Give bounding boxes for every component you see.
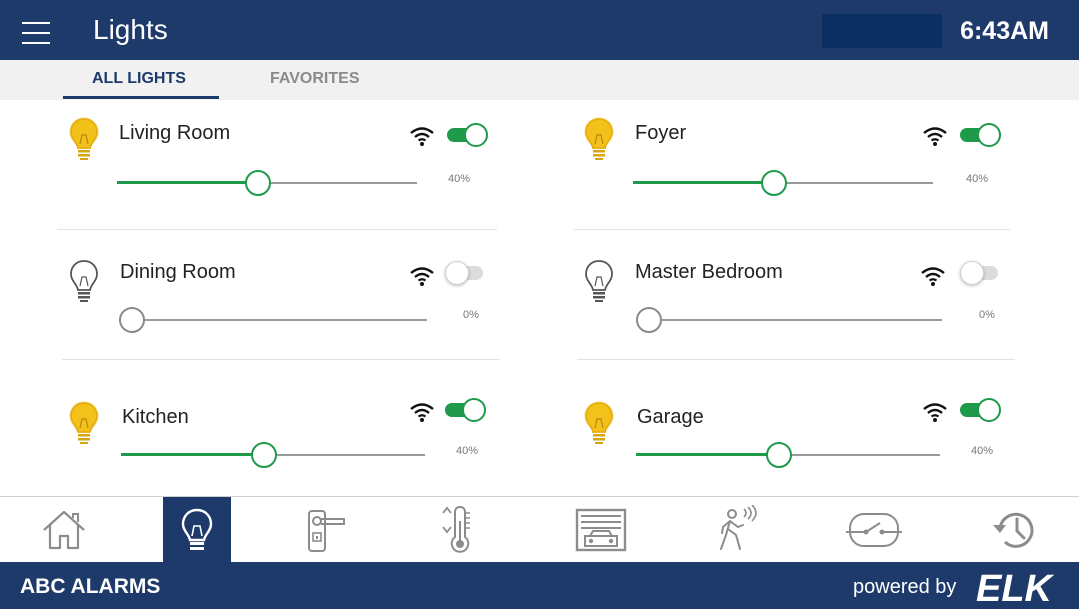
wifi-signal-icon [409,265,435,287]
switch-icon [846,513,902,547]
door-lock-icon [308,510,345,552]
brightness-slider[interactable] [119,307,427,333]
nav-locks[interactable] [293,497,361,563]
power-toggle[interactable] [447,123,489,147]
thermostat-icon [442,505,470,553]
active-tab-indicator [63,96,219,99]
brightness-percent: 0% [463,309,479,321]
room-name: Master Bedroom [635,261,783,283]
nav-history[interactable] [980,497,1048,563]
lightbulb-icon [67,259,101,305]
brightness-percent: 40% [448,173,471,185]
brand-name: ABC ALARMS [20,575,161,598]
nav-lights[interactable] [163,497,231,563]
app-root: Lights 6:43AM ALL LIGHTS FAVORITES Livin… [0,0,1079,609]
light-card-master-bedroom: Master Bedroom 0% [582,259,1022,379]
page-title: Lights [93,14,168,45]
brightness-slider[interactable] [636,307,942,333]
home-icon [43,510,85,550]
lightbulb-icon [181,508,213,550]
light-card-living-room: Living Room 40% [67,117,507,237]
brightness-percent: 0% [979,309,995,321]
brightness-slider[interactable] [121,442,425,468]
power-toggle[interactable] [445,261,487,285]
brightness-slider[interactable] [117,170,417,196]
tab-bar: ALL LIGHTS FAVORITES [0,60,1079,100]
wifi-signal-icon [922,125,948,147]
tab-favorites[interactable]: FAVORITES [270,70,360,88]
top-bar: Lights 6:43AM [0,0,1079,60]
power-toggle[interactable] [445,398,487,422]
room-name: Foyer [635,122,687,144]
nav-outputs[interactable] [840,497,908,563]
clock: 6:43AM [960,17,1049,45]
lightbulb-icon [582,401,616,447]
footer-bar: ABC ALARMS powered by ELK [0,562,1079,609]
light-card-dining-room: Dining Room 0% [67,259,507,379]
lightbulb-icon [67,401,101,447]
history-icon [993,512,1034,548]
power-toggle[interactable] [960,261,1002,285]
garage-icon [575,508,627,552]
wifi-signal-icon [922,401,948,423]
nav-sensors[interactable] [702,497,770,563]
nav-garage[interactable] [567,497,635,563]
power-toggle[interactable] [960,123,1002,147]
brightness-percent: 40% [971,445,994,457]
motion-sensor-icon [720,505,757,550]
brightness-slider[interactable] [633,170,933,196]
brightness-percent: 40% [456,445,479,457]
header-placeholder-box [822,14,942,48]
room-name: Garage [637,406,704,428]
nav-home[interactable] [30,497,98,563]
powered-by-label: powered by [853,576,957,598]
lightbulb-icon [582,259,616,305]
elk-logo: ELK [976,568,1055,604]
wifi-signal-icon [409,125,435,147]
room-name: Kitchen [122,406,189,428]
brightness-percent: 40% [966,173,989,185]
power-toggle[interactable] [960,398,1002,422]
wifi-signal-icon [409,401,435,423]
room-name: Dining Room [120,261,236,283]
bottom-nav [0,496,1079,563]
room-name: Living Room [119,122,231,144]
lightbulb-icon [582,117,616,163]
tab-all-lights[interactable]: ALL LIGHTS [92,70,186,88]
hamburger-menu-icon[interactable] [22,22,50,44]
elk-logo-text: ELK [976,568,1055,604]
light-card-foyer: Foyer 40% [582,117,1022,237]
wifi-signal-icon [920,265,946,287]
nav-thermostat[interactable] [426,497,494,563]
lightbulb-icon [67,117,101,163]
brightness-slider[interactable] [636,442,940,468]
